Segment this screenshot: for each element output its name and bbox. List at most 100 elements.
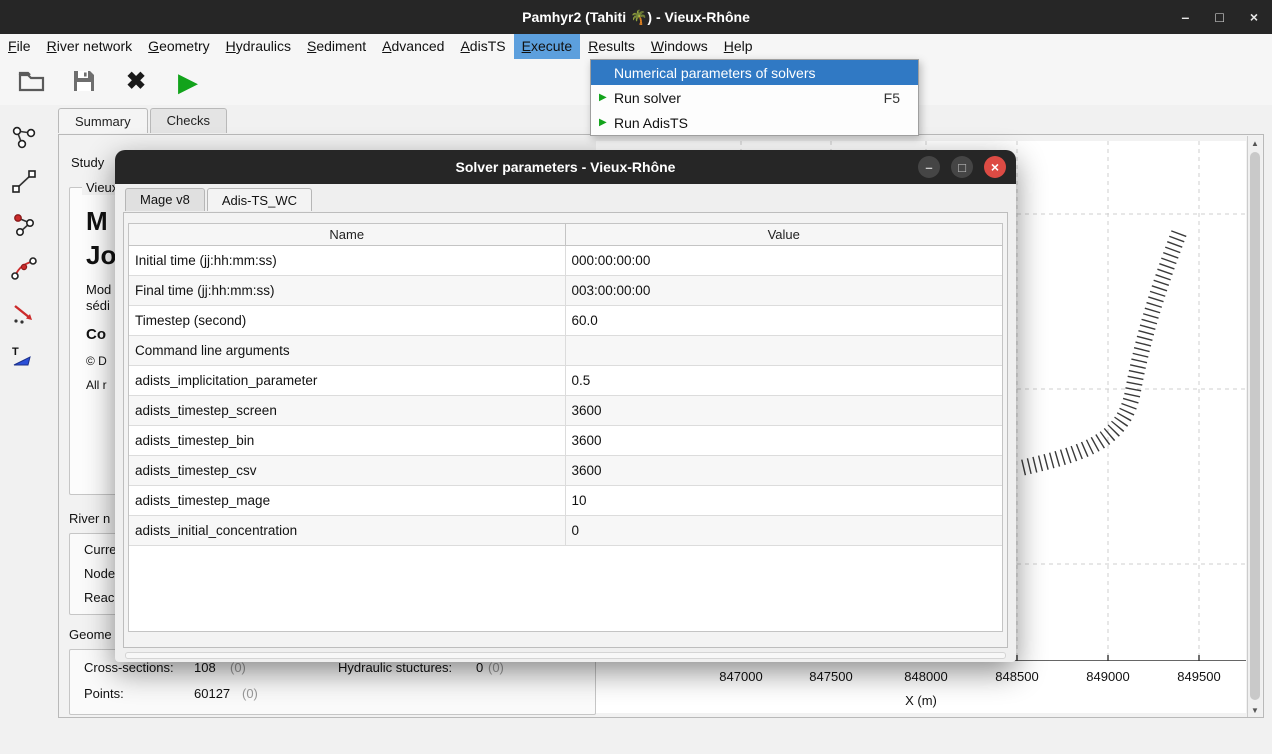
structures-extra: (0) <box>488 660 504 675</box>
structures-label: Hydraulic stuctures: <box>338 660 452 675</box>
window-title: Pamhyr2 (Tahiti 🌴) - Vieux-Rhône <box>522 9 750 26</box>
save-floppy-icon <box>72 69 96 96</box>
table-row[interactable]: Timestep (second) 60.0 <box>129 306 1002 336</box>
vertical-scrollbar[interactable]: ▲ ▼ <box>1247 136 1262 717</box>
menu-windows[interactable]: Windows <box>643 34 716 59</box>
tab-summary[interactable]: Summary <box>58 108 148 133</box>
study-desc-line1: Mod <box>86 282 111 297</box>
scrollbar-thumb[interactable] <box>1250 152 1260 700</box>
menu-help[interactable]: Help <box>716 34 761 59</box>
param-value[interactable]: 3600 <box>566 456 1003 485</box>
nodes-label: Node <box>84 566 115 581</box>
menu-execute[interactable]: Execute <box>514 34 581 59</box>
x-axis-label: X (m) <box>596 693 1246 708</box>
slope-arrow-icon <box>10 299 38 330</box>
param-value[interactable]: 0 <box>566 516 1003 545</box>
execute-menu: Numerical parameters of solvers ▶ Run so… <box>590 59 919 136</box>
menu-results[interactable]: Results <box>580 34 643 59</box>
menu-item-run-adists[interactable]: ▶ Run AdisTS <box>591 110 918 135</box>
table-row[interactable]: adists_timestep_bin 3600 <box>129 426 1002 456</box>
param-value[interactable] <box>566 336 1003 365</box>
x-tick-0: 847000 <box>709 669 773 684</box>
menu-item-label: Numerical parameters of solvers <box>614 65 816 81</box>
menu-item-label: Run solver <box>614 90 681 106</box>
close-button[interactable]: × <box>1250 9 1258 25</box>
points-extra: (0) <box>242 686 258 701</box>
table-row[interactable]: adists_implicitation_parameter 0.5 <box>129 366 1002 396</box>
river-cross-sections-band <box>1021 233 1179 468</box>
window-titlebar[interactable]: Pamhyr2 (Tahiti 🌴) - Vieux-Rhône – □ × <box>0 0 1272 34</box>
reaches-label: Reac <box>84 590 114 605</box>
table-row[interactable]: adists_initial_concentration 0 <box>129 516 1002 546</box>
dialog-tabbar: Mage v8 Adis-TS_WC <box>125 188 314 211</box>
svg-text:T: T <box>12 346 19 358</box>
close-project-button[interactable]: ✖ <box>120 66 152 98</box>
param-value[interactable]: 000:00:00:00 <box>566 246 1003 275</box>
save-button[interactable] <box>68 66 100 98</box>
menu-file[interactable]: File <box>0 34 39 59</box>
scroll-down-arrow[interactable]: ▼ <box>1248 703 1262 717</box>
dialog-horizontal-scrollbar[interactable] <box>125 652 1006 659</box>
param-value[interactable]: 10 <box>566 486 1003 515</box>
x-tick-3: 848500 <box>985 669 1049 684</box>
tab-checks[interactable]: Checks <box>150 108 227 133</box>
menu-adists[interactable]: AdisTS <box>452 34 513 59</box>
structures-value: 0 <box>476 660 483 675</box>
param-value[interactable]: 3600 <box>566 426 1003 455</box>
dialog-close-button[interactable]: × <box>984 156 1006 178</box>
menu-hydraulics[interactable]: Hydraulics <box>218 34 299 59</box>
study-desc-line2: sédi <box>86 298 110 313</box>
table-row[interactable]: adists_timestep_screen 3600 <box>129 396 1002 426</box>
close-x-icon: ✖ <box>126 70 146 94</box>
minimize-button[interactable]: – <box>1182 9 1190 25</box>
run-solver-button[interactable]: ▶ <box>172 66 204 98</box>
open-folder-icon <box>18 69 46 96</box>
cross-sections-label: Cross-sections: <box>84 660 174 675</box>
maximize-button[interactable]: □ <box>1215 9 1223 25</box>
param-value[interactable]: 60.0 <box>566 306 1003 335</box>
river-network-tool-button[interactable] <box>8 122 40 154</box>
nodes-tool-button[interactable] <box>8 210 40 242</box>
table-row[interactable]: Final time (jj:hh:mm:ss) 003:00:00:00 <box>129 276 1002 306</box>
header-name[interactable]: Name <box>129 224 566 245</box>
main-tabbar: Summary Checks <box>58 108 229 133</box>
menu-item-numerical-parameters[interactable]: Numerical parameters of solvers <box>591 60 918 85</box>
play-icon: ▶ <box>599 92 614 103</box>
study-copyright-line: © D <box>86 354 107 368</box>
points-label: Points: <box>84 686 124 701</box>
network-graph-tool-button[interactable] <box>8 254 40 286</box>
cross-sections-value: 108 <box>194 660 216 675</box>
param-value[interactable]: 003:00:00:00 <box>566 276 1003 305</box>
menu-geometry[interactable]: Geometry <box>140 34 217 59</box>
dialog-maximize-button[interactable]: □ <box>951 156 973 178</box>
parameters-table: Name Value Initial time (jj:hh:mm:ss) 00… <box>128 223 1003 632</box>
reach-tool-button[interactable] <box>8 166 40 198</box>
dialog-minimize-button[interactable]: – <box>918 156 940 178</box>
table-row[interactable]: Initial time (jj:hh:mm:ss) 000:00:00:00 <box>129 246 1002 276</box>
open-project-button[interactable] <box>16 66 48 98</box>
tab-adis-ts-wc[interactable]: Adis-TS_WC <box>207 188 312 211</box>
menu-item-run-solver[interactable]: ▶ Run solver F5 <box>591 85 918 110</box>
tab-mage-v8[interactable]: Mage v8 <box>125 188 205 211</box>
header-value[interactable]: Value <box>566 224 1003 245</box>
param-name: adists_timestep_bin <box>129 426 566 455</box>
scroll-up-arrow[interactable]: ▲ <box>1248 136 1262 150</box>
river-network-icon <box>10 123 38 154</box>
menu-advanced[interactable]: Advanced <box>374 34 452 59</box>
param-value[interactable]: 3600 <box>566 396 1003 425</box>
table-row[interactable]: adists_timestep_csv 3600 <box>129 456 1002 486</box>
dialog-titlebar[interactable]: Solver parameters - Vieux-Rhône – □ × <box>115 150 1016 184</box>
solver-parameters-dialog: Solver parameters - Vieux-Rhône – □ × Ma… <box>115 150 1016 662</box>
menu-sediment[interactable]: Sediment <box>299 34 374 59</box>
param-name: adists_timestep_screen <box>129 396 566 425</box>
table-row[interactable]: adists_timestep_mage 10 <box>129 486 1002 516</box>
slope-tool-button[interactable] <box>8 298 40 330</box>
geometry-label: Geome <box>69 627 112 642</box>
table-row[interactable]: Command line arguments <box>129 336 1002 366</box>
menu-river-network[interactable]: River network <box>39 34 141 59</box>
run-play-icon: ▶ <box>178 69 198 95</box>
study-title-line2: Jo <box>86 240 116 271</box>
transport-arrow-icon: T <box>10 343 38 374</box>
transport-tool-button[interactable]: T <box>8 342 40 374</box>
param-value[interactable]: 0.5 <box>566 366 1003 395</box>
